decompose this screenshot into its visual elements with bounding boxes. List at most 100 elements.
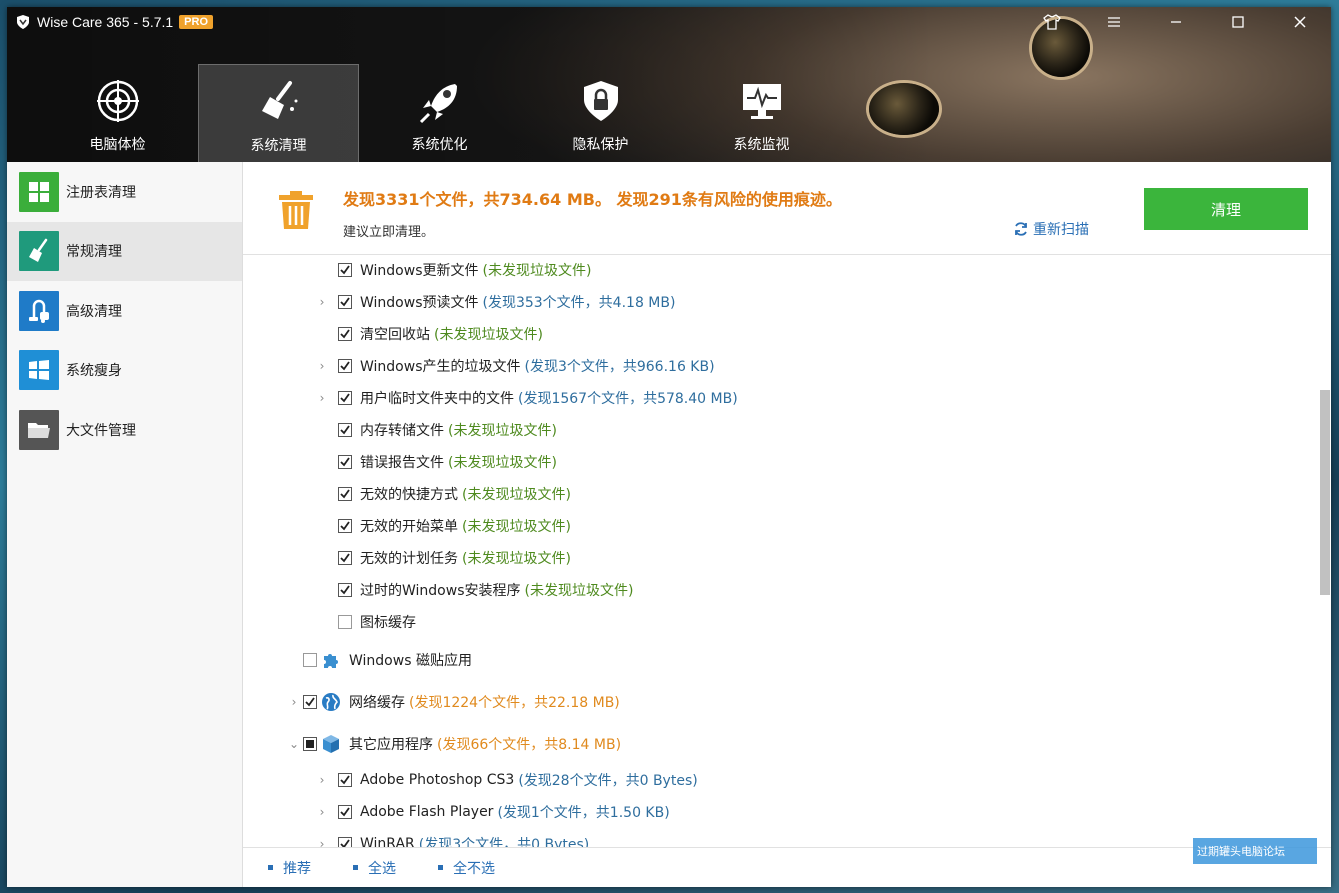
item-checkbox[interactable] [338,519,352,533]
chevron-right-icon[interactable]: › [317,359,327,373]
watermark-badge: 过期罐头电脑论坛 [1193,838,1317,864]
chevron-down-icon[interactable]: ⌄ [289,737,299,751]
item-checkbox[interactable] [338,327,352,341]
close-button[interactable] [1269,7,1331,37]
group-checkbox[interactable] [303,737,317,751]
list-item[interactable]: Windows更新文件 (未发现垃圾文件) [317,259,591,281]
item-label: Windows预读文件 [360,295,479,311]
menu-icon [1108,17,1120,27]
check-icon [340,553,350,563]
nav-clean[interactable]: 系统清理 [198,64,359,162]
item-label: 图标缓存 [360,615,416,631]
group-checkbox[interactable] [303,695,317,709]
list-item[interactable]: › 用户临时文件夹中的文件 (发现1567个文件，共578.40 MB) [317,387,738,409]
chevron-right-icon[interactable]: › [317,805,327,819]
nav-privacy[interactable]: 隐私保护 [520,62,681,162]
item-note: (发现1567个文件，共578.40 MB) [518,391,738,407]
item-checkbox[interactable] [338,423,352,437]
clean-button[interactable]: 清理 [1144,188,1308,230]
app-window: Wise Care 365 - 5.7.1 PRO 电脑体检 系统清理 系统优化… [7,7,1331,887]
item-checkbox[interactable] [338,551,352,565]
group-row[interactable]: › 网络缓存 (发现1224个文件，共22.18 MB) [289,690,620,714]
list-item[interactable]: › Windows预读文件 (发现353个文件，共4.18 MB) [317,291,675,313]
item-note: (未发现垃圾文件) [448,455,557,471]
list-item[interactable]: 无效的计划任务 (未发现垃圾文件) [317,547,571,569]
chevron-right-icon[interactable]: › [317,295,327,309]
nav-monitor[interactable]: 系统监视 [681,62,842,162]
chevron-right-icon[interactable]: › [317,773,327,787]
item-label: Windows产生的垃圾文件 [360,359,521,375]
item-checkbox[interactable] [338,615,352,629]
nav-label: 系统监视 [733,137,790,153]
tshirt-icon [1043,14,1061,30]
menu-button[interactable] [1083,7,1145,37]
nav-optimize[interactable]: 系统优化 [359,62,520,162]
sidebar-item-label: 系统瘦身 [66,363,122,380]
watermark-url: www.gqgtpc.com [1202,868,1303,879]
check-icon [340,425,350,435]
bullet-icon [438,865,443,870]
item-label: Windows更新文件 [360,263,479,279]
sidebar-item-advanced-clean[interactable]: 高级清理 [7,281,242,341]
list-item[interactable]: 图标缓存 [317,611,416,633]
list-item[interactable]: › WinRAR (发现3个文件，共0 Bytes) [317,833,589,847]
item-checkbox[interactable] [338,487,352,501]
group-row[interactable]: ⌄ 其它应用程序 (发现66个文件，共8.14 MB) [289,732,621,756]
refresh-icon [1015,222,1027,236]
cat-eye-right [869,83,939,135]
chevron-right-icon[interactable]: › [289,695,299,709]
select-none-link[interactable]: 全不选 [438,858,495,878]
select-all-link[interactable]: 全选 [353,858,396,878]
check-icon [340,329,350,339]
item-label: 内存转储文件 [360,423,444,439]
close-icon [1294,16,1306,28]
item-checkbox[interactable] [338,455,352,469]
item-checkbox[interactable] [338,837,352,847]
main-panel: 发现3331个文件，共734.64 MB。 发现291条有风险的使用痕迹。 建议… [243,162,1331,887]
list-item[interactable]: › Adobe Photoshop CS3 (发现28个文件，共0 Bytes) [317,769,698,791]
minimize-button[interactable] [1145,7,1207,37]
list-item[interactable]: 内存转储文件 (未发现垃圾文件) [317,419,557,441]
group-row[interactable]: Windows 磁贴应用 [289,648,472,672]
item-checkbox[interactable] [338,391,352,405]
group-label: Windows 磁贴应用 [349,653,472,669]
list-item[interactable]: 清空回收站 (未发现垃圾文件) [317,323,543,345]
sidebar-item-common-clean[interactable]: 常规清理 [7,221,242,281]
nav-checkup[interactable]: 电脑体检 [37,62,198,162]
item-checkbox[interactable] [338,583,352,597]
check-icon [340,457,350,467]
group-checkbox[interactable] [303,653,317,667]
select-all-label: 全选 [368,860,396,877]
recommend-link[interactable]: 推荐 [268,858,311,878]
sidebar-item-large-files[interactable]: 大文件管理 [7,400,242,460]
skin-button[interactable] [1021,7,1083,37]
item-checkbox[interactable] [338,359,352,373]
item-checkbox[interactable] [338,295,352,309]
titlebar: Wise Care 365 - 5.7.1 PRO [7,7,1331,37]
vacuum-icon [19,290,59,331]
list-item[interactable]: › Adobe Flash Player (发现1个文件，共1.50 KB) [317,801,670,823]
item-checkbox[interactable] [338,263,352,277]
item-checkbox[interactable] [338,805,352,819]
list-item[interactable]: 无效的快捷方式 (未发现垃圾文件) [317,483,571,505]
chevron-right-icon[interactable]: › [317,391,327,405]
sidebar-item-system-slim[interactable]: 系统瘦身 [7,341,242,401]
chevron-right-icon[interactable]: › [317,837,327,847]
sidebar-item-label: 大文件管理 [66,422,136,439]
check-icon [340,265,350,275]
maximize-button[interactable] [1207,7,1269,37]
rescan-link[interactable]: 重新扫描 [1013,219,1089,239]
sidebar-item-registry[interactable]: 注册表清理 [7,162,242,222]
check-icon [340,521,350,531]
select-none-label: 全不选 [453,860,495,877]
monitor-icon [742,84,781,119]
list-item[interactable]: 过时的Windows安装程序 (未发现垃圾文件) [317,579,633,601]
summary-subtitle: 建议立即清理。 [343,225,435,240]
list-item[interactable]: › Windows产生的垃圾文件 (发现3个文件，共966.16 KB) [317,355,715,377]
nav-label: 隐私保护 [572,137,629,153]
nav-label: 电脑体检 [89,137,146,153]
list-scrollbar[interactable] [1320,390,1330,595]
list-item[interactable]: 错误报告文件 (未发现垃圾文件) [317,451,557,473]
item-checkbox[interactable] [338,773,352,787]
list-item[interactable]: 无效的开始菜单 (未发现垃圾文件) [317,515,571,537]
